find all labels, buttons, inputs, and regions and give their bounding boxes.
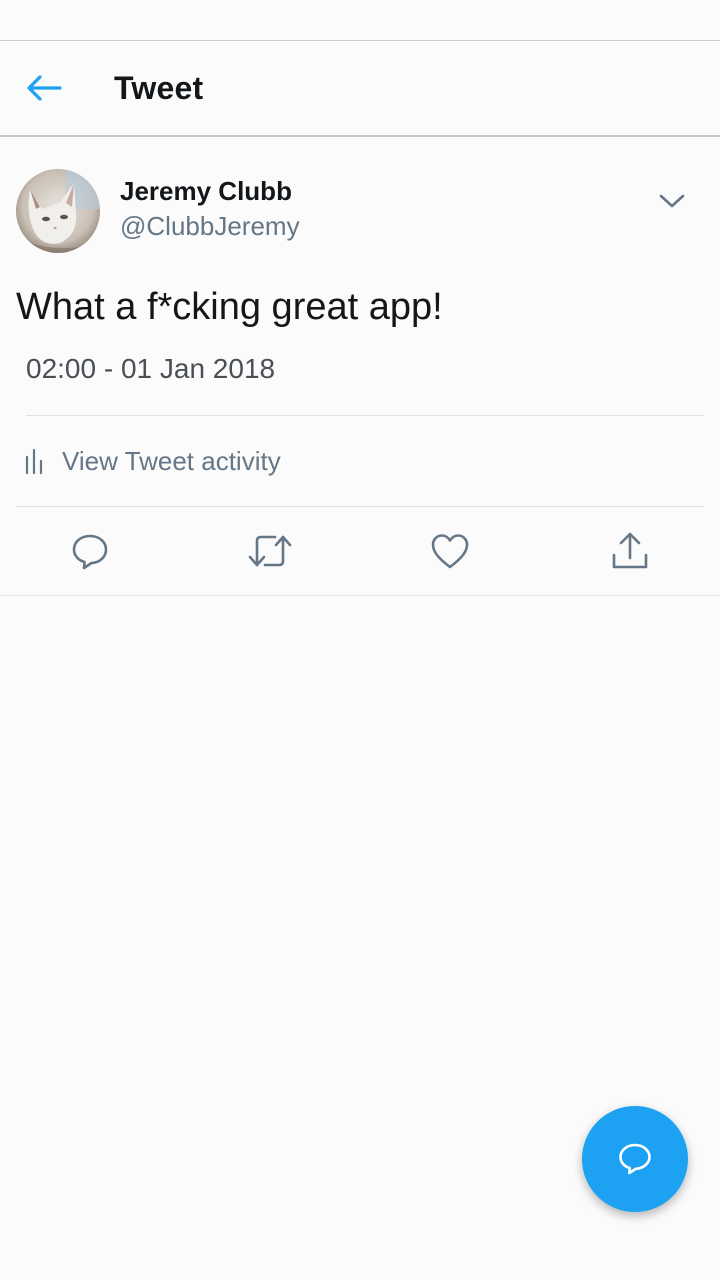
heart-icon (431, 534, 469, 569)
retweet-icon (248, 535, 292, 567)
share-icon (612, 532, 648, 569)
author-names: Jeremy Clubb @ClubbJeremy (120, 174, 300, 244)
tweet-actions (0, 507, 720, 596)
tweet-options-button[interactable] (648, 177, 696, 225)
activity-bars-icon (25, 448, 43, 475)
tweet-header: Jeremy Clubb @ClubbJeremy (16, 137, 704, 253)
share-button[interactable] (598, 519, 662, 583)
reply-button[interactable] (58, 519, 122, 583)
arrow-left-icon (27, 75, 62, 101)
avatar-image (16, 169, 100, 253)
avatar[interactable] (16, 169, 100, 253)
like-button[interactable] (418, 519, 482, 583)
view-tweet-activity-button[interactable]: View Tweet activity (16, 416, 704, 507)
author-handle[interactable]: @ClubbJeremy (120, 208, 300, 244)
tweet-text: What a f*cking great app! (16, 286, 443, 328)
author-display-name[interactable]: Jeremy Clubb (120, 174, 300, 208)
reply-icon (72, 534, 108, 570)
compose-reply-icon (619, 1143, 651, 1175)
chevron-down-icon (659, 194, 685, 208)
top-bar: Tweet (0, 41, 720, 137)
activity-label: View Tweet activity (62, 445, 281, 476)
reply-fab-button[interactable] (582, 1106, 688, 1212)
tweet-timestamp: 02:00 - 01 Jan 2018 (26, 353, 704, 416)
page-title: Tweet (114, 69, 204, 106)
tweet-detail: Jeremy Clubb @ClubbJeremy What a f*cking… (0, 137, 720, 596)
back-button[interactable] (12, 56, 76, 120)
retweet-button[interactable] (238, 519, 302, 583)
screen: Tweet Jeremy Clubb @ClubbJeremy What a f… (0, 0, 720, 1280)
status-strip (0, 0, 720, 41)
